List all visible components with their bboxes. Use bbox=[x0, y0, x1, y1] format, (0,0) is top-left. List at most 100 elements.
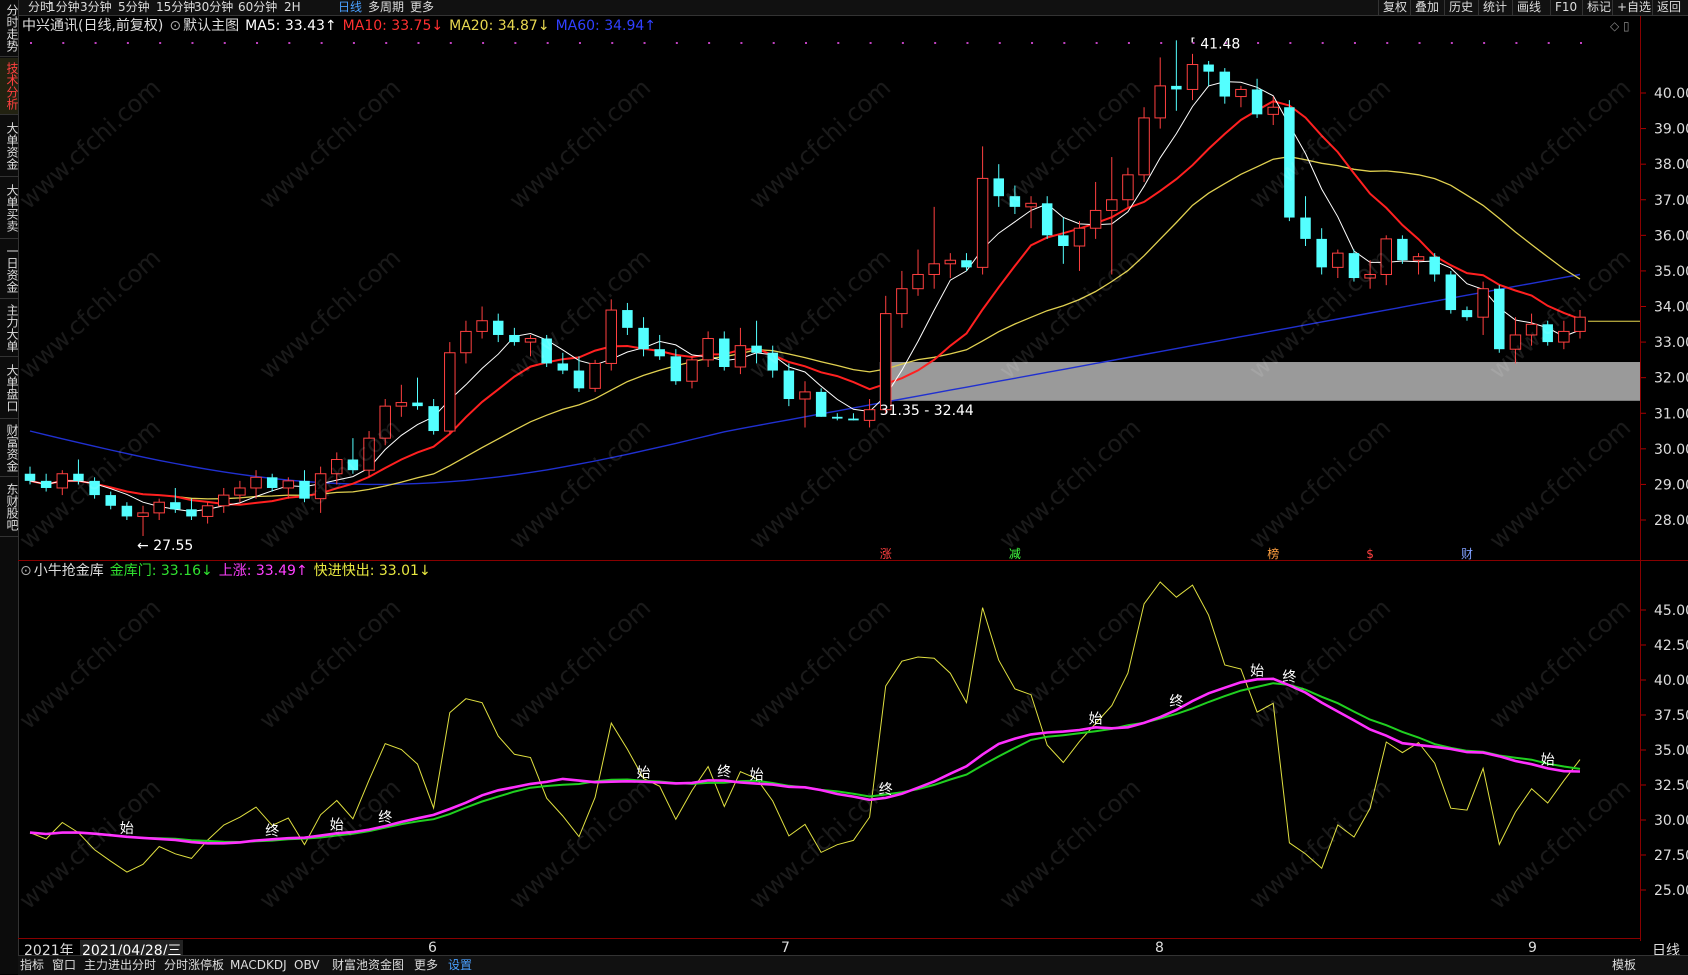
top-dot-mark bbox=[675, 42, 678, 44]
candle-body-up bbox=[605, 309, 617, 364]
candle-body-down bbox=[1171, 85, 1182, 90]
indicator-tab-7[interactable]: 财富池资金图 bbox=[332, 957, 404, 974]
candle-body-up bbox=[1138, 117, 1150, 176]
candle-body-down bbox=[1397, 238, 1408, 261]
top-dot-mark bbox=[417, 42, 420, 44]
indicator-tab-9[interactable]: 设置 bbox=[448, 957, 472, 974]
signal-label: 终 bbox=[1169, 694, 1183, 710]
candle-body-up bbox=[1154, 85, 1166, 119]
candle-body-up bbox=[524, 338, 537, 343]
candle-body-up bbox=[1380, 238, 1392, 275]
kjkc-line bbox=[29, 581, 1581, 873]
top-dot-mark bbox=[934, 42, 937, 44]
candle-body-down bbox=[993, 178, 1004, 197]
candle-body-up bbox=[218, 494, 230, 507]
top-dot-mark bbox=[352, 42, 355, 44]
candle-body-down bbox=[24, 473, 36, 481]
indicator-tab-8[interactable]: 更多 bbox=[414, 957, 438, 974]
indicator-tab-2[interactable]: 主力进出分时 bbox=[84, 957, 156, 974]
signal-label: 始 bbox=[330, 817, 344, 833]
candle-body-down bbox=[509, 334, 520, 343]
candle-body-down bbox=[1251, 89, 1263, 115]
kline-chart[interactable]: 28.0029.0030.0031.0032.0033.0034.0035.00… bbox=[0, 0, 1688, 974]
candle-body-down bbox=[832, 416, 843, 419]
month-9: 9 bbox=[1528, 940, 1537, 956]
candle-body-up bbox=[1089, 209, 1102, 229]
candle-body-down bbox=[1542, 324, 1553, 343]
indicator-tab-4[interactable]: MACD bbox=[230, 957, 266, 974]
top-dot-mark bbox=[1095, 42, 1098, 44]
top-dot-mark bbox=[578, 42, 581, 44]
candle-body-up bbox=[1267, 106, 1279, 115]
candle-body-down bbox=[961, 260, 972, 268]
top-dot-mark bbox=[482, 42, 485, 44]
candle-body-up bbox=[912, 273, 924, 290]
candle-body-down bbox=[1429, 256, 1440, 275]
top-dot-mark bbox=[449, 42, 452, 44]
candle-body-up bbox=[1106, 199, 1118, 211]
top-dot-mark bbox=[62, 42, 65, 44]
top-dot-mark bbox=[966, 42, 969, 44]
candle-body-down bbox=[751, 345, 762, 353]
candle-body-up bbox=[1574, 316, 1586, 332]
month-7: 7 bbox=[781, 940, 790, 956]
top-dot-mark bbox=[126, 42, 129, 44]
top-dot-mark bbox=[1580, 42, 1582, 44]
top-dot-mark bbox=[998, 42, 1001, 44]
top-dot-mark bbox=[1353, 42, 1356, 44]
indicator-tab-0[interactable]: 指标 bbox=[20, 957, 44, 974]
candle-body-up bbox=[896, 288, 908, 315]
candle-body-up bbox=[56, 473, 69, 489]
pane-separator bbox=[18, 560, 1688, 561]
top-dot-mark bbox=[1418, 42, 1421, 44]
ma5-line bbox=[29, 81, 1581, 513]
candle-body-down bbox=[1348, 253, 1360, 279]
top-dot-mark bbox=[1321, 42, 1324, 44]
candle-body-down bbox=[1203, 64, 1214, 72]
top-dot-mark bbox=[1515, 42, 1518, 44]
indicator-tab-5[interactable]: KDJ bbox=[266, 957, 287, 974]
event-marker: $ bbox=[1366, 547, 1374, 561]
top-dot-mark bbox=[1127, 42, 1130, 44]
indicator-tab-1[interactable]: 窗口 bbox=[52, 957, 76, 974]
top-dot-mark bbox=[1160, 42, 1163, 44]
template-button[interactable]: 模板 bbox=[1612, 957, 1636, 974]
candle-body-down bbox=[622, 310, 633, 328]
candle-body-down bbox=[557, 363, 569, 371]
top-dot-mark bbox=[1483, 42, 1486, 44]
indicator-tab-3[interactable]: 分时涨停板 bbox=[164, 957, 224, 974]
top-dot-mark bbox=[546, 42, 549, 44]
candle-body-down bbox=[299, 480, 310, 499]
top-dot-mark bbox=[869, 42, 872, 44]
candle-body-up bbox=[153, 501, 165, 514]
top-dot-mark bbox=[1386, 42, 1389, 44]
top-dot-mark bbox=[1547, 42, 1550, 44]
candle-body-down bbox=[89, 480, 100, 496]
top-dot-mark bbox=[1257, 42, 1260, 44]
candle-body-up bbox=[589, 362, 601, 389]
candle-body-down bbox=[1445, 274, 1457, 311]
candle-body-up bbox=[234, 487, 246, 496]
candle-body-up bbox=[1412, 256, 1425, 261]
signal-label: 终 bbox=[1282, 669, 1296, 685]
candle-body-down bbox=[1058, 235, 1069, 247]
top-dot-mark bbox=[1450, 42, 1453, 44]
candle-body-down bbox=[1284, 107, 1295, 218]
top-dot-mark bbox=[191, 42, 194, 44]
indicator-tab-6[interactable]: OBV bbox=[294, 957, 320, 974]
candle-body-up bbox=[1235, 88, 1247, 98]
candle-body-up bbox=[476, 320, 488, 332]
candle-body-up bbox=[395, 402, 408, 407]
signal-label: 始 bbox=[1089, 711, 1103, 727]
candle-body-down bbox=[815, 391, 827, 417]
signal-label: 始 bbox=[637, 766, 651, 782]
date-axis: 2021年 2021/04/28/三 6 7 8 9 bbox=[18, 938, 1640, 960]
top-dot-mark bbox=[708, 42, 711, 44]
candle-body-up bbox=[1186, 64, 1199, 90]
candle-body-up bbox=[863, 409, 876, 421]
candle-body-down bbox=[1041, 203, 1053, 236]
candle-body-down bbox=[492, 320, 504, 335]
candle-body-down bbox=[670, 356, 682, 382]
top-dot-mark bbox=[385, 42, 388, 44]
candle-body-down bbox=[170, 502, 181, 510]
